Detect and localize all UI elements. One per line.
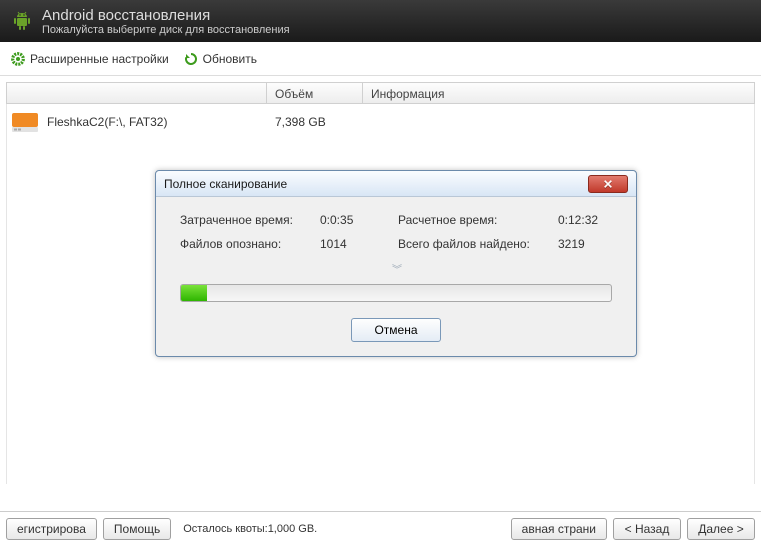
help-button[interactable]: Помощь	[103, 518, 171, 540]
found-label: Всего файлов найдено:	[398, 237, 558, 251]
elapsed-value: 0:0:35	[320, 213, 398, 227]
refresh-label: Обновить	[203, 52, 257, 66]
next-button[interactable]: Далее >	[687, 518, 755, 540]
android-icon	[10, 9, 34, 33]
app-subtitle: Пожалуйста выберите диск для восстановле…	[42, 24, 290, 36]
app-header: Android восстановления Пожалуйста выбери…	[0, 0, 761, 42]
dialog-titlebar[interactable]: Полное сканирование	[156, 171, 636, 197]
estimated-value: 0:12:32	[558, 213, 618, 227]
app-title: Android восстановления	[42, 7, 290, 24]
footer: егистрирова Помощь Осталось квоты:1,000 …	[0, 511, 761, 545]
chevron-down-icon[interactable]: ︾	[180, 261, 612, 276]
column-volume[interactable]: Объём	[267, 83, 363, 103]
column-info[interactable]: Информация	[363, 83, 754, 103]
recognized-value: 1014	[320, 237, 398, 251]
advanced-settings-button[interactable]: Расширенные настройки	[10, 51, 169, 67]
recognized-label: Файлов опознано:	[180, 237, 320, 251]
close-icon	[602, 179, 614, 189]
progress-bar	[180, 284, 612, 302]
drive-list-header: Объём Информация	[6, 82, 755, 104]
refresh-button[interactable]: Обновить	[183, 51, 257, 67]
toolbar: Расширенные настройки Обновить	[0, 42, 761, 76]
dialog-title: Полное сканирование	[164, 177, 588, 191]
drive-volume: 7,398 GB	[267, 115, 363, 129]
advanced-settings-label: Расширенные настройки	[30, 52, 169, 66]
drive-row[interactable]: FleshkaC2(F:\, FAT32) 7,398 GB	[7, 104, 754, 140]
found-value: 3219	[558, 237, 618, 251]
gear-icon	[10, 51, 26, 67]
quota-text: Осталось квоты:1,000 GB.	[183, 523, 317, 535]
drive-name: FleshkaC2(F:\, FAT32)	[47, 115, 267, 129]
scan-dialog: Полное сканирование Затраченное время: 0…	[155, 170, 637, 357]
refresh-icon	[183, 51, 199, 67]
elapsed-label: Затраченное время:	[180, 213, 320, 227]
home-button[interactable]: авная страни	[511, 518, 607, 540]
drive-icon	[11, 111, 39, 133]
register-button[interactable]: егистрирова	[6, 518, 97, 540]
column-name[interactable]	[7, 83, 267, 103]
back-button[interactable]: < Назад	[613, 518, 681, 540]
cancel-button[interactable]: Отмена	[351, 318, 440, 342]
progress-fill	[181, 285, 207, 301]
estimated-label: Расчетное время:	[398, 213, 558, 227]
close-button[interactable]	[588, 175, 628, 193]
